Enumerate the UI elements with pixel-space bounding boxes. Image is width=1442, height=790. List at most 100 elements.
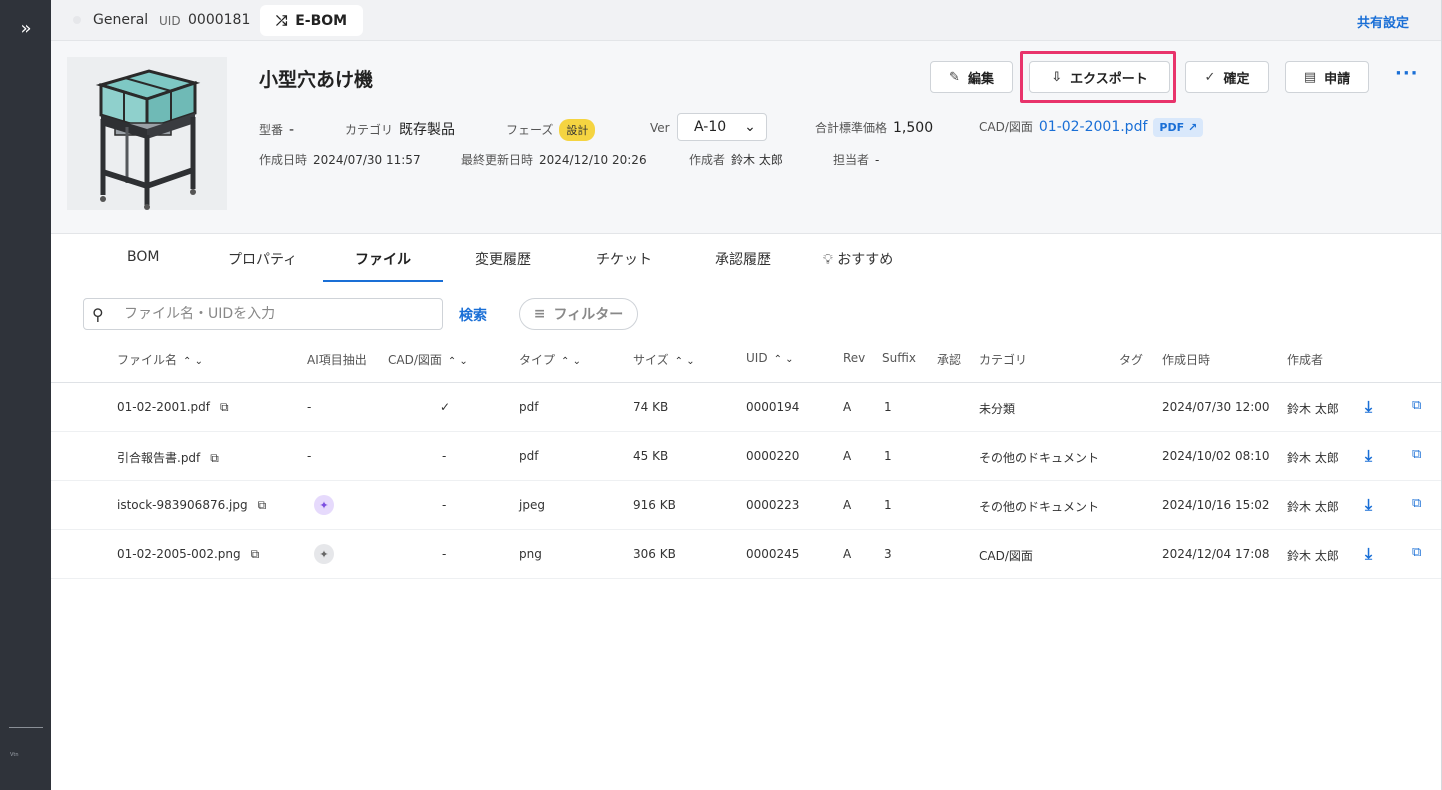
confirm-button-label: 確定 [1223,71,1250,87]
confirm-button[interactable]: ✓ 確定 [1185,61,1269,93]
col-uid: UID ⌃ ⌄ [746,351,794,365]
author-cell: 鈴木 太郎 [1287,402,1339,416]
apply-button[interactable]: ▤ 申請 [1285,61,1369,93]
filter-button-label: フィルター [553,307,624,323]
cad-file-link[interactable]: 01-02-2001.pdf [1039,119,1148,135]
updated-field: 最終更新日時 2024/12/10 20:26 [461,151,647,168]
sort-icon[interactable]: ⌃ ⌄ [448,356,468,367]
export-button[interactable]: ⇩ エクスポート [1029,61,1170,93]
search-field[interactable]: ⚲ [83,298,443,330]
file-name[interactable]: 01-02-2005-002.png ⧉ [117,547,259,562]
file-name[interactable]: 引合報告書.pdf ⧉ [117,449,219,466]
external-link-icon[interactable]: ⧉ [258,498,267,512]
download-icon[interactable]: ⤓ [1365,544,1372,564]
search-input[interactable] [124,306,424,322]
sort-icon[interactable]: ⌃ ⌄ [675,356,695,367]
uid-cell: 0000245 [746,547,800,561]
open-external-icon[interactable]: ⧉ [1412,398,1421,413]
download-icon[interactable]: ⤓ [1365,446,1372,466]
suffix-cell: 1 [884,449,892,463]
filter-button[interactable]: ≡ フィルター [519,298,638,330]
open-external-icon[interactable]: ⧉ [1412,496,1421,511]
tab-change-history[interactable]: 変更履歴 [475,249,531,269]
author-value: 鈴木 太郎 [731,153,783,167]
tab-approval-history[interactable]: 承認履歴 [715,249,771,269]
tab-bom[interactable]: BOM [127,249,159,265]
col-approval: 承認 [937,353,962,367]
external-link-icon[interactable]: ⧉ [210,451,219,465]
author-cell: 鈴木 太郎 [1287,500,1339,514]
download-icon[interactable]: ⤓ [1365,495,1372,515]
size-cell: 916 KB [633,498,676,512]
col-type: タイプ ⌃ ⌄ [519,351,581,368]
file-name[interactable]: istock-983906876.jpg ⧉ [117,498,266,513]
uid-cell: 0000194 [746,400,800,414]
col-author: 作成者 [1287,353,1324,367]
external-link-icon[interactable]: ⧉ [220,400,229,414]
tab-ebom-label: E-BOM [295,12,348,29]
tab-properties[interactable]: プロパティ [228,249,297,269]
check-circle-icon: ✓ [1204,69,1216,85]
ver-label: Ver [650,121,670,135]
uid-cell: 0000220 [746,449,800,463]
table-row[interactable]: 01-02-2001.pdf ⧉ - ✓ pdf 74 KB 0000194 A … [51,383,1442,432]
pdf-badge[interactable]: PDF ↗ [1153,118,1204,137]
uid-value: 0000181 [188,12,251,28]
top-bar: General UID 0000181 ⤮ E-BOM 共有設定 [51,0,1442,41]
col-size-label: サイズ [633,353,669,367]
file-name[interactable]: 01-02-2001.pdf ⧉ [117,400,229,415]
table-row[interactable]: istock-983906876.jpg ⧉ ✦ - jpeg 916 KB 00… [51,481,1442,530]
author-cell: 鈴木 太郎 [1287,549,1339,563]
external-link-icon[interactable]: ⧉ [251,547,260,561]
model-value: - [289,122,295,138]
breadcrumb-general[interactable]: General [93,12,148,28]
file-name-text: 01-02-2005-002.png [117,547,241,561]
sort-icon[interactable]: ⌃ ⌄ [561,356,581,367]
category-label: カテゴリ [345,123,394,137]
tab-files[interactable]: ファイル [355,249,411,269]
updated-value: 2024/12/10 20:26 [539,153,647,167]
edit-button[interactable]: ✎ 編集 [930,61,1013,93]
created-field: 作成日時 2024/07/30 11:57 [259,151,421,168]
tab-tickets[interactable]: チケット [596,249,652,269]
download-icon[interactable]: ⤓ [1365,397,1372,417]
tab-ebom[interactable]: ⤮ E-BOM [260,5,363,36]
export-icon: ⇩ [1051,69,1063,85]
rev-cell: A [843,449,852,463]
sparkle-icon[interactable]: ✦ [314,495,334,515]
active-tab-indicator [323,280,443,282]
table-row[interactable]: 01-02-2005-002.png ⧉ ✦ - png 306 KB 00002… [51,530,1442,579]
created-cell: 2024/12/04 17:08 [1162,547,1270,561]
version-select[interactable]: A-10 ⌄ [677,113,767,141]
created-cell: 2024/10/02 08:10 [1162,449,1270,463]
tab-recommend[interactable]: 💡︎ おすすめ [823,249,893,269]
open-external-icon[interactable]: ⧉ [1412,545,1421,560]
rail-divider [9,727,43,728]
author-field: 作成者 鈴木 太郎 [689,151,783,168]
col-tag: タグ [1119,353,1144,367]
cad-cell: - [442,547,447,561]
sort-icon[interactable]: ⌃ ⌄ [774,354,794,365]
chevron-double-right-icon[interactable]: » [14,16,38,40]
col-ai: AI項目抽出 [307,353,367,367]
share-settings-link[interactable]: 共有設定 [1357,12,1409,31]
search-button[interactable]: 検索 [459,305,487,325]
model-label: 型番 [259,123,284,137]
more-icon[interactable]: ··· [1395,63,1419,84]
lightbulb-icon: 💡︎ [823,252,833,268]
uid-cell: 0000223 [746,498,800,512]
type-cell: png [519,547,542,561]
sparkle-icon[interactable]: ✦ [314,544,334,564]
updated-label: 最終更新日時 [461,153,534,167]
col-size: サイズ ⌃ ⌄ [633,351,695,368]
sort-icon[interactable]: ⌃ ⌄ [183,356,203,367]
size-cell: 306 KB [633,547,676,561]
col-created: 作成日時 [1162,353,1211,367]
document-edit-icon: ▤ [1303,69,1317,85]
open-external-icon[interactable]: ⧉ [1412,447,1421,462]
rev-cell: A [843,498,852,512]
page-title: 小型穴あけ機 [259,69,374,91]
table-row[interactable]: 引合報告書.pdf ⧉ - - pdf 45 KB 0000220 A 1 その他… [51,432,1442,481]
col-name-label: ファイル名 [117,353,178,367]
cad-field: CAD/図面 01-02-2001.pdf PDF ↗ [979,118,1204,137]
